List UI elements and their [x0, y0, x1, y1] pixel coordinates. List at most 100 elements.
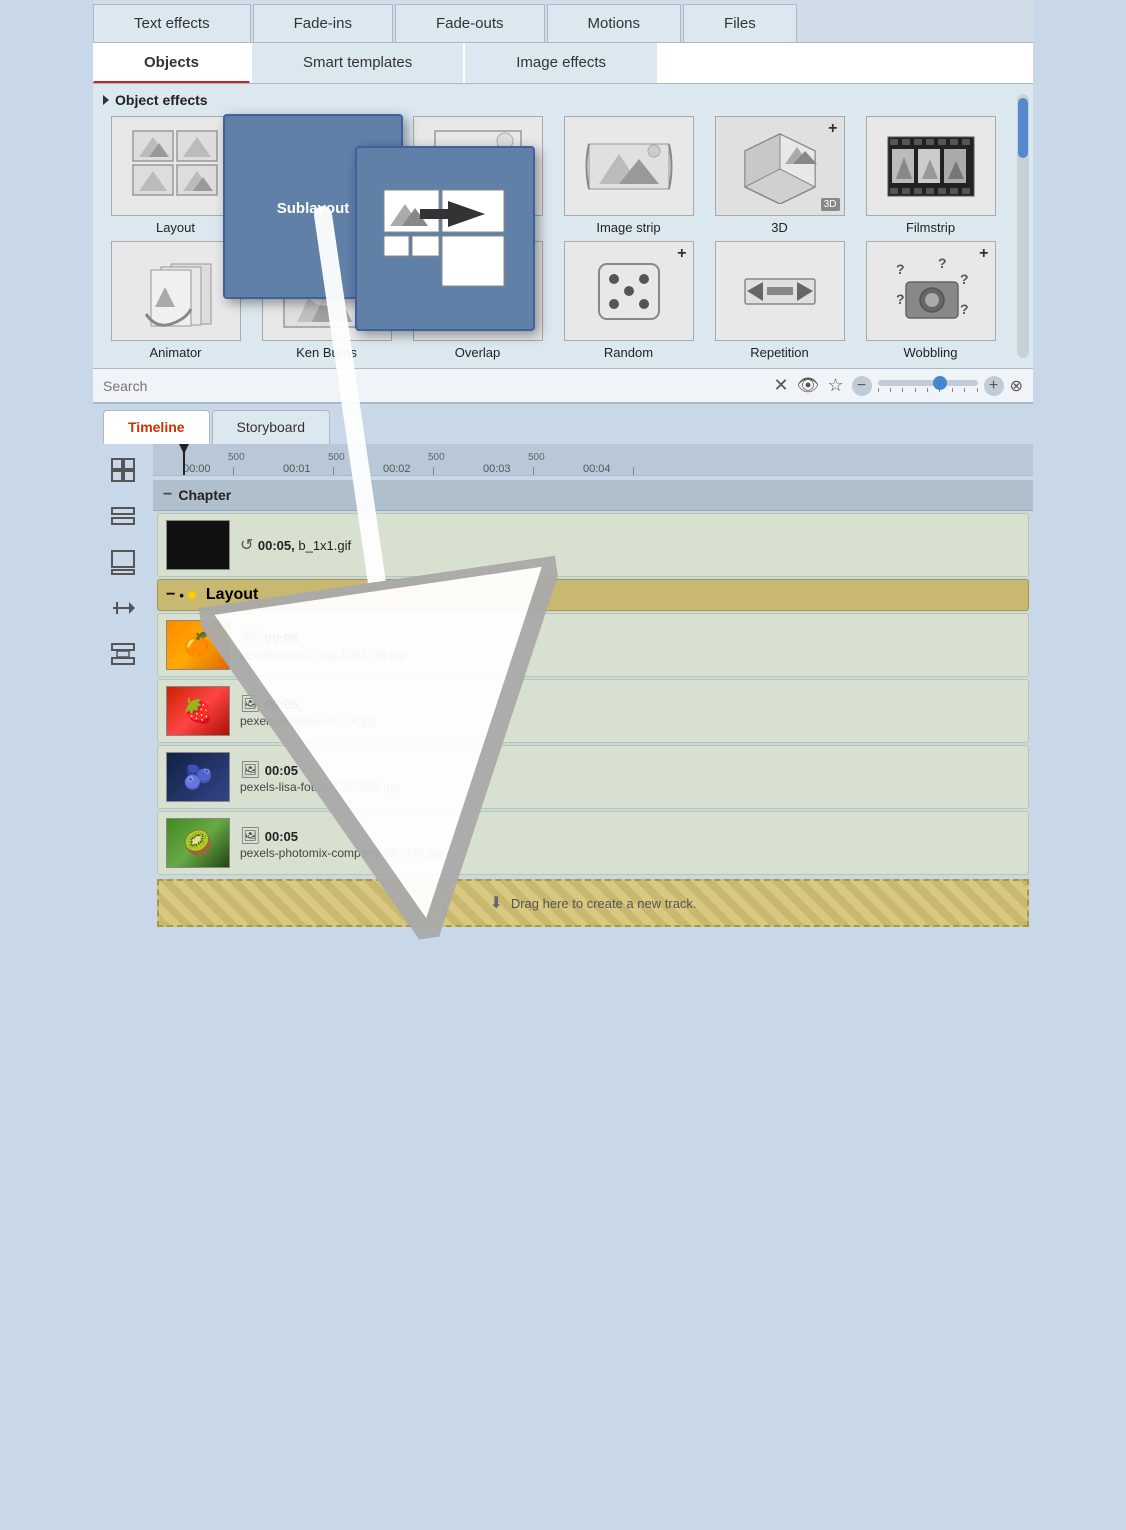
layout-track-1[interactable]: 🍓 🖼 00:05, pexels-pixabay-46174.jpg	[157, 679, 1029, 743]
layout-header[interactable]: − • Layout	[157, 579, 1029, 611]
collapse-triangle[interactable]	[103, 95, 109, 105]
effect-thumb-imagestrip	[564, 116, 694, 216]
effect-random[interactable]: + Random	[556, 241, 701, 360]
track-thumb-gif	[166, 520, 230, 570]
ruler-sub-mark: 500	[428, 452, 445, 463]
timeline-content: 00:00 00:01 00:02 00:03 00:04 500 500 50…	[153, 444, 1033, 935]
svg-text:?: ?	[896, 291, 905, 307]
dot-yellow	[188, 591, 196, 599]
tool-5[interactable]	[105, 636, 141, 672]
chapter-track-item[interactable]: ↺ 00:05, b_1x1.gif	[157, 513, 1029, 577]
tool-3[interactable]	[105, 544, 141, 580]
drag-here-row[interactable]: ⬇ Drag here to create a new track.	[157, 879, 1029, 927]
bottom-panel: Timeline Storyboard	[93, 404, 1033, 935]
track-icon-2: 🖼	[240, 762, 265, 779]
effect-thumb-random: +	[564, 241, 694, 341]
zoom-minus-button[interactable]: −	[852, 376, 872, 396]
plus-badge-3d: +	[828, 120, 837, 138]
star-icon[interactable]: ☆	[827, 375, 843, 396]
effect-label-imagestrip: Image strip	[596, 220, 660, 235]
ruler-tick	[433, 467, 434, 475]
effect-3d[interactable]: + 3D 3D	[707, 116, 852, 235]
ruler-sub-mark: 500	[528, 452, 545, 463]
eye-icon[interactable]: 👁	[797, 375, 820, 396]
tab-row-top: Text effects Fade-ins Fade-outs Motions …	[93, 0, 1033, 43]
layout-minus-icon[interactable]: −	[166, 586, 175, 604]
clear-search-icon[interactable]: ✕	[774, 375, 789, 396]
tab-storyboard[interactable]: Storyboard	[212, 410, 330, 444]
effect-label-kenburns: Ken Burns	[296, 345, 357, 360]
chapter-row[interactable]: − Chapter	[153, 480, 1033, 511]
zoom-slider-thumb[interactable]	[933, 376, 947, 390]
track-thumb-red: 🍓	[166, 686, 230, 736]
section-header: Object effects	[103, 92, 1023, 108]
layout-track-0[interactable]: 🍊 🖼 00:05 pexels-freest...org-1002778.jp…	[157, 613, 1029, 677]
chapter-label: Chapter	[178, 487, 231, 503]
track-filename-1: pexels-pixabay-46174.jpg	[240, 714, 377, 728]
effect-thumb-filmstrip	[866, 116, 996, 216]
track-time-2: 00:05	[265, 763, 298, 778]
track-thumb-orange: 🍊	[166, 620, 230, 670]
effect-label-animator: Animator	[149, 345, 201, 360]
svg-text:?: ?	[938, 255, 947, 271]
svg-text:?: ?	[960, 301, 969, 317]
search-bar: ✕ 👁 ☆ −	[93, 368, 1033, 403]
search-input[interactable]	[103, 378, 766, 394]
track-time-gif: 00:05,	[258, 538, 295, 553]
timeline-tabs: Timeline Storyboard	[93, 404, 1033, 444]
scrollbar-thumb[interactable]	[1018, 98, 1028, 158]
effect-label-layout: Layout	[156, 220, 195, 235]
sublayout-popup: Sublayout	[223, 114, 403, 299]
track-time-1: 00:05,	[265, 697, 302, 712]
tab-row-second: Objects Smart templates Image effects	[93, 43, 1033, 84]
effect-image-strip[interactable]: Image strip	[556, 116, 701, 235]
tab-objects[interactable]: Objects	[93, 43, 250, 83]
effect-label-3d: 3D	[771, 220, 788, 235]
effect-thumb-3d: + 3D 3D	[715, 116, 845, 216]
effect-thumb-repetition	[715, 241, 845, 341]
filter-icon[interactable]: ⊗	[1010, 376, 1023, 396]
drag-down-icon: ⬇	[489, 893, 502, 913]
sublayout-popup-label: Sublayout	[277, 200, 350, 217]
effect-label-repetition: Repetition	[750, 345, 809, 360]
tab-motions[interactable]: Motions	[547, 4, 682, 42]
sublayout-svg	[380, 186, 510, 291]
tab-text-effects[interactable]: Text effects	[93, 4, 251, 42]
track-area: − Chapter ↺ 00:05, b_1x1.gif	[153, 476, 1033, 935]
ruler-mark-3: 00:03	[483, 463, 511, 475]
tool-1[interactable]	[105, 452, 141, 488]
track-info-3: 🖼 00:05 pexels-photomix-company-867349.j…	[240, 826, 443, 860]
effect-label-random: Random	[604, 345, 653, 360]
effect-wobbling[interactable]: + ? ? ? ? ?	[858, 241, 1003, 360]
zoom-tick	[952, 388, 953, 392]
tool-4[interactable]	[105, 590, 141, 626]
tab-fade-outs[interactable]: Fade-outs	[395, 4, 545, 42]
track-filename-3: pexels-photomix-company-867349.jpg	[240, 846, 443, 860]
time-ruler: 00:00 00:01 00:02 00:03 00:04 500 500 50…	[153, 444, 1033, 476]
zoom-tick	[927, 388, 928, 392]
tab-files[interactable]: Files	[683, 4, 797, 42]
zoom-plus-button[interactable]: +	[984, 376, 1004, 396]
chapter-minus-icon[interactable]: −	[163, 486, 172, 504]
tab-fade-ins[interactable]: Fade-ins	[253, 4, 393, 42]
badge-3d-label: 3D	[821, 198, 840, 211]
layout-track-3[interactable]: 🥝 🖼 00:05 pexels-photomix-company-867349…	[157, 811, 1029, 875]
ruler-sub-mark: 500	[328, 452, 345, 463]
tab-timeline[interactable]: Timeline	[103, 410, 210, 444]
effect-thumb-layout	[111, 116, 241, 216]
effect-label-filmstrip: Filmstrip	[906, 220, 955, 235]
scrollbar[interactable]	[1017, 94, 1029, 358]
tab-smart-templates[interactable]: Smart templates	[252, 43, 463, 83]
layout-track-2[interactable]: 🫐 🖼 00:05 pexels-lisa-fotios-1395958.jpg	[157, 745, 1029, 809]
track-icon-0: 🖼	[240, 630, 265, 647]
tab-image-effects[interactable]: Image effects	[465, 43, 657, 83]
sublayout-thumb	[355, 146, 535, 331]
zoom-tick	[890, 388, 891, 392]
zoom-slider[interactable]	[878, 380, 978, 386]
drag-here-label: Drag here to create a new track.	[511, 896, 697, 911]
track-info-0: 🖼 00:05 pexels-freest...org-1002778.jpg	[240, 628, 406, 662]
timeline-sidebar	[93, 444, 153, 935]
tool-2[interactable]	[105, 498, 141, 534]
effect-filmstrip[interactable]: Filmstrip	[858, 116, 1003, 235]
effect-repetition[interactable]: Repetition	[707, 241, 852, 360]
